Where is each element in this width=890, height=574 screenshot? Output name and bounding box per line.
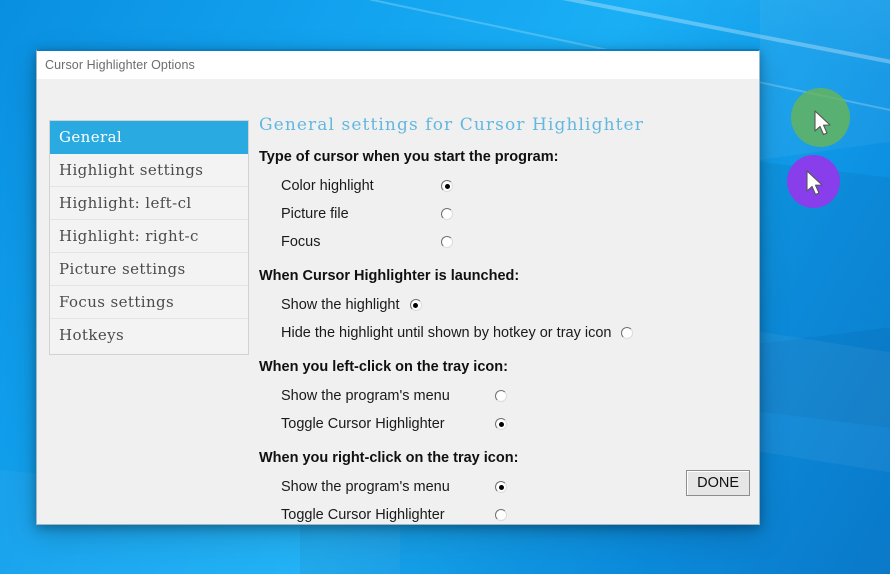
group-title: Type of cursor when you start the progra… (259, 149, 559, 165)
option-row-right-show-menu[interactable]: Show the program's menu (259, 473, 753, 501)
option-row-hide-the-highlight[interactable]: Hide the highlight until shown by hotkey… (259, 319, 753, 347)
window-title: Cursor Highlighter Options (45, 58, 195, 72)
done-button[interactable]: DONE (686, 470, 750, 496)
cursor-highlighter-options-window: Cursor Highlighter Options General Highl… (36, 49, 760, 525)
sidebar-item-label: Picture settings (59, 260, 186, 278)
sidebar-item-label: General (59, 128, 123, 146)
option-label: Show the program's menu (281, 388, 450, 404)
sidebar-item-general[interactable]: General (50, 121, 248, 154)
group-left-click-tray-icon: When you left-click on the tray icon: Sh… (259, 359, 753, 438)
radio-left-show-menu[interactable] (495, 390, 507, 402)
radio-picture-file[interactable] (441, 208, 453, 220)
sidebar-item-label: Focus settings (59, 293, 175, 311)
option-label: Picture file (281, 206, 349, 222)
green-cursor-highlight (791, 88, 850, 147)
option-label: Hide the highlight until shown by hotkey… (281, 325, 612, 341)
option-row-picture-file[interactable]: Picture file (259, 200, 753, 228)
sidebar-item-label: Hotkeys (59, 326, 125, 344)
window-client-area: General Highlight settings Highlight: le… (37, 79, 759, 524)
option-row-right-toggle-highlighter[interactable]: Toggle Cursor Highlighter (259, 501, 753, 524)
sidebar-item-label: Highlight: right-c (59, 227, 199, 245)
sidebar-item-focus-settings[interactable]: Focus settings (50, 286, 248, 319)
sidebar-item-picture-settings[interactable]: Picture settings (50, 253, 248, 286)
radio-focus[interactable] (441, 236, 453, 248)
option-row-left-toggle-highlighter[interactable]: Toggle Cursor Highlighter (259, 410, 753, 438)
sidebar-item-highlight-right-click[interactable]: Highlight: right-c (50, 220, 248, 253)
page-title: General settings for Cursor Highlighter (259, 115, 644, 135)
purple-cursor-highlight (787, 155, 840, 208)
sidebar-item-highlight-left-click[interactable]: Highlight: left-cl (50, 187, 248, 220)
group-right-click-tray-icon: When you right-click on the tray icon: S… (259, 450, 753, 524)
option-label: Focus (281, 234, 321, 250)
option-label: Toggle Cursor Highlighter (281, 416, 445, 432)
radio-color-highlight[interactable] (441, 180, 453, 192)
option-label: Show the program's menu (281, 479, 450, 495)
sidebar-item-highlight-settings[interactable]: Highlight settings (50, 154, 248, 187)
radio-hide-the-highlight[interactable] (621, 327, 634, 339)
group-title: When Cursor Highlighter is launched: (259, 268, 520, 284)
option-label: Show the highlight (281, 297, 400, 313)
group-type-of-cursor: Type of cursor when you start the progra… (259, 149, 753, 256)
radio-right-toggle-highlighter[interactable] (495, 509, 507, 521)
settings-content-pane: General settings for Cursor Highlighter … (259, 115, 753, 524)
radio-right-show-menu[interactable] (495, 481, 507, 493)
sidebar-item-hotkeys[interactable]: Hotkeys (50, 319, 248, 352)
radio-show-the-highlight[interactable] (409, 299, 422, 311)
option-row-color-highlight[interactable]: Color highlight (259, 172, 753, 200)
group-title: When you right-click on the tray icon: (259, 450, 519, 466)
sidebar-item-label: Highlight: left-cl (59, 194, 192, 212)
sidebar-item-label: Highlight settings (59, 161, 204, 179)
option-row-focus[interactable]: Focus (259, 228, 753, 256)
option-label: Toggle Cursor Highlighter (281, 507, 445, 523)
option-row-left-show-menu[interactable]: Show the program's menu (259, 382, 753, 410)
desktop-background: Cursor Highlighter Options General Highl… (0, 0, 890, 574)
settings-category-list[interactable]: General Highlight settings Highlight: le… (49, 120, 249, 355)
radio-left-toggle-highlighter[interactable] (495, 418, 507, 430)
group-when-launched: When Cursor Highlighter is launched: Sho… (259, 268, 753, 347)
group-title: When you left-click on the tray icon: (259, 359, 508, 375)
option-row-show-the-highlight[interactable]: Show the highlight (259, 291, 753, 319)
window-title-bar[interactable]: Cursor Highlighter Options (37, 51, 759, 79)
option-label: Color highlight (281, 178, 374, 194)
